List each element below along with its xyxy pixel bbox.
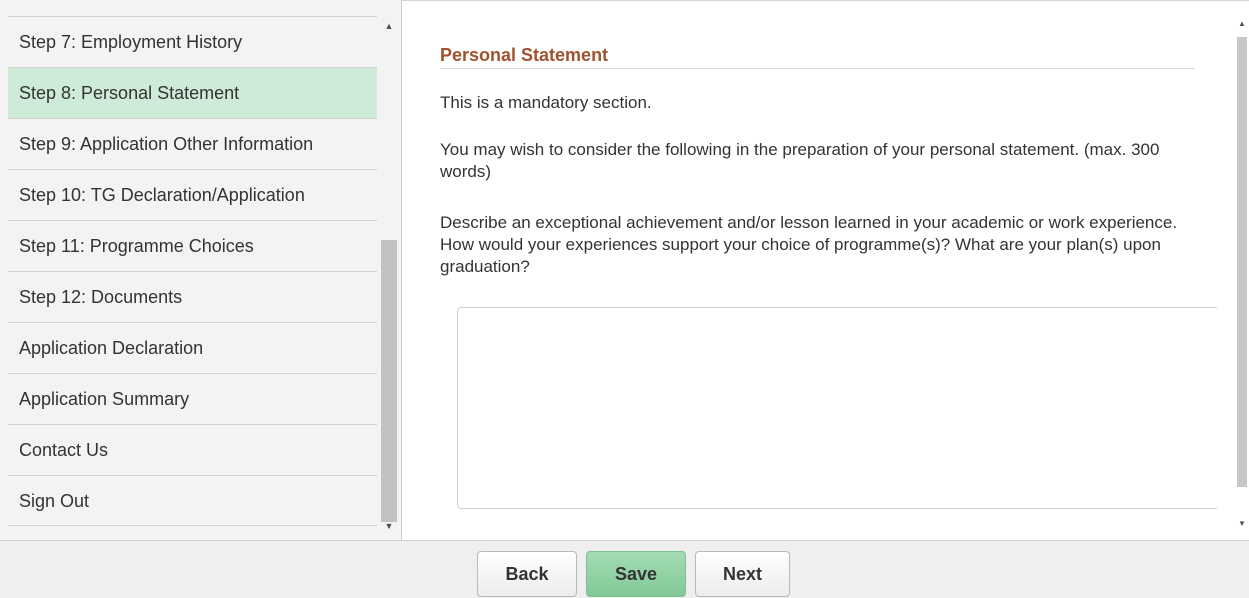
footer-toolbar: Back Save Next	[0, 540, 1249, 598]
back-button[interactable]: Back	[477, 551, 577, 597]
next-button[interactable]: Next	[695, 551, 790, 597]
page-title: Personal Statement	[440, 45, 1195, 69]
sidebar-item-10[interactable]: Sign Out	[8, 475, 377, 526]
sidebar-item-7[interactable]: Application Declaration	[8, 322, 377, 373]
instructions-text: You may wish to consider the following i…	[440, 140, 1160, 181]
personal-statement-input[interactable]	[457, 307, 1217, 509]
sidebar-scrollbar[interactable]: ▲ ▼	[379, 16, 399, 540]
sidebar-item-1[interactable]: Step 7: Employment History	[8, 16, 377, 67]
sidebar-item-6[interactable]: Step 12: Documents	[8, 271, 377, 322]
sidebar-item-9[interactable]: Contact Us	[8, 424, 377, 475]
sidebar: Step 7: Employment History Step 8: Person…	[0, 0, 402, 540]
mandatory-note: This is a mandatory section.	[440, 93, 652, 112]
sidebar-item-5[interactable]: Step 11: Programme Choices	[8, 220, 377, 271]
statement-prompt: Describe an exceptional achievement and/…	[440, 213, 1178, 276]
sidebar-scroll-thumb[interactable]	[381, 240, 397, 522]
sidebar-item-3[interactable]: Step 9: Application Other Information	[8, 118, 377, 169]
main-content: Personal Statement This is a mandatory s…	[402, 0, 1249, 540]
main-scroll-up-icon[interactable]: ▲	[1235, 19, 1249, 28]
main-scroll-thumb[interactable]	[1237, 37, 1247, 487]
scroll-down-icon[interactable]: ▼	[379, 516, 399, 536]
sidebar-item-4[interactable]: Step 10: TG Declaration/Application	[8, 169, 377, 220]
scroll-up-icon[interactable]: ▲	[379, 16, 399, 36]
sidebar-item-2[interactable]: Step 8: Personal Statement	[8, 67, 377, 118]
save-button[interactable]: Save	[586, 551, 686, 597]
sidebar-item-8[interactable]: Application Summary	[8, 373, 377, 424]
main-scrollbar[interactable]: ▲ ▼	[1235, 1, 1249, 541]
main-scroll-down-icon[interactable]: ▼	[1235, 519, 1249, 528]
sidebar-nav: Step 7: Employment History Step 8: Person…	[8, 16, 377, 526]
